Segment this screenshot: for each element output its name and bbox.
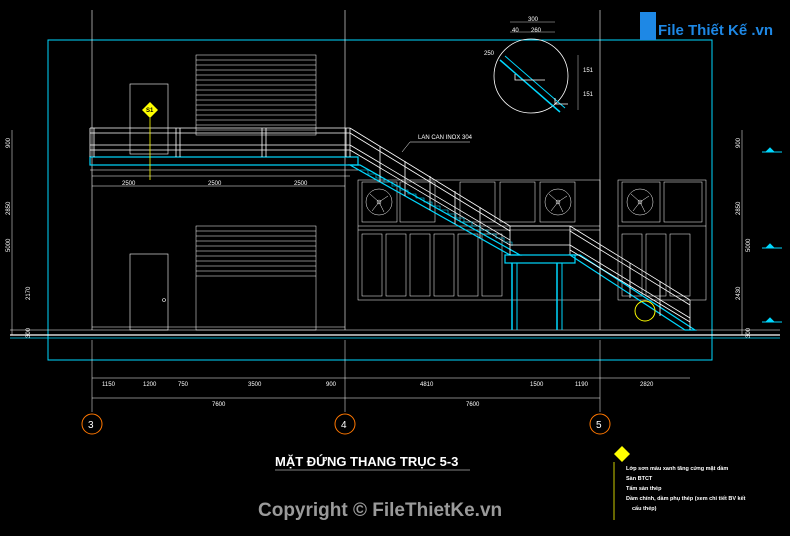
callout-text: LAN CAN INOX 304 <box>418 135 473 141</box>
dim-bottom-8: 1190 <box>575 382 589 388</box>
dim-right-4: 2430 <box>736 286 742 300</box>
dim-bottom-9: 2820 <box>640 382 654 388</box>
axis-label-5: 5 <box>596 420 602 431</box>
drawing-title: MẶT ĐỨNG THANG TRỤC 5-3 <box>275 454 458 469</box>
dim-top-2: 2500 <box>208 181 222 187</box>
dim-left-1: 900 <box>6 137 12 148</box>
dim-bottom-2: 1200 <box>143 382 157 388</box>
detail-dim-1: 300 <box>528 17 539 23</box>
window-wall <box>357 179 707 301</box>
detail-dim-6: 151 <box>583 92 594 98</box>
dim-left-3: 5000 <box>6 238 12 252</box>
rolling-shutter-lower <box>195 225 317 331</box>
dim-right-1: 900 <box>736 137 742 148</box>
dim-top-3: 2500 <box>294 181 308 187</box>
axis-label-3: 3 <box>88 420 94 431</box>
detail-dim-5: 151 <box>583 68 594 74</box>
dim-left-2: 2850 <box>6 201 12 215</box>
section-tag-text: S1 <box>146 108 154 114</box>
detail-dim-2: 40 <box>512 28 519 34</box>
note-4: Dầm chính, dầm phụ thép (xem chi tiết BV… <box>626 495 746 502</box>
dim-left-5: 300 <box>26 327 32 338</box>
section-tag: S1 <box>142 102 158 180</box>
dim-bottom-3: 750 <box>178 382 189 388</box>
note-5: cấu thép) <box>632 505 657 512</box>
rolling-shutter-upper <box>195 54 317 136</box>
dim-left-4: 2170 <box>26 286 32 300</box>
detail-circle <box>493 21 579 114</box>
watermark: Copyright © FileThietKe.vn <box>258 500 502 521</box>
dim-right-2: 2850 <box>736 201 742 215</box>
dim-bottom-4: 3500 <box>248 382 262 388</box>
dim-bottom-6: 4810 <box>420 382 434 388</box>
dim-overall-1: 7600 <box>212 402 226 408</box>
dim-bottom-7: 1500 <box>530 382 544 388</box>
note-3: Tấm sàn thép <box>626 485 662 492</box>
note-2: Sàn BTCT <box>626 476 653 482</box>
logo-text: File Thiết Kế .vn <box>658 22 773 39</box>
level-markers <box>762 147 782 323</box>
dim-right-3: 5000 <box>746 238 752 252</box>
axis-label-4: 4 <box>341 420 347 431</box>
dim-bottom-1: 1150 <box>102 382 116 388</box>
stair-flight-lower <box>567 225 698 331</box>
dim-bottom-5: 900 <box>326 382 337 388</box>
logo: File Thiết Kế .vn <box>640 12 773 40</box>
drawing-canvas: File Thiết Kế .vn LAN CAN INOX 304 S1 30… <box>6 10 782 521</box>
note-1: Lớp sơn màu xanh tăng cứng mặt dầm <box>626 466 728 472</box>
axis-bubble-3: 3 <box>81 340 103 435</box>
detail-dim-4: 250 <box>484 51 495 57</box>
detail-dim-3: 260 <box>531 28 542 34</box>
callout: LAN CAN INOX 304 <box>401 135 473 153</box>
dim-overall-2: 7600 <box>466 402 480 408</box>
axis-bubble-4: 4 <box>334 340 356 435</box>
notes-legend: Lớp sơn màu xanh tăng cứng mặt dầm Sàn B… <box>613 446 746 520</box>
middle-landing <box>504 225 576 330</box>
axis-bubble-5: 5 <box>589 340 611 435</box>
dim-right-5: 300 <box>746 327 752 338</box>
dim-top-1: 2500 <box>122 181 136 187</box>
